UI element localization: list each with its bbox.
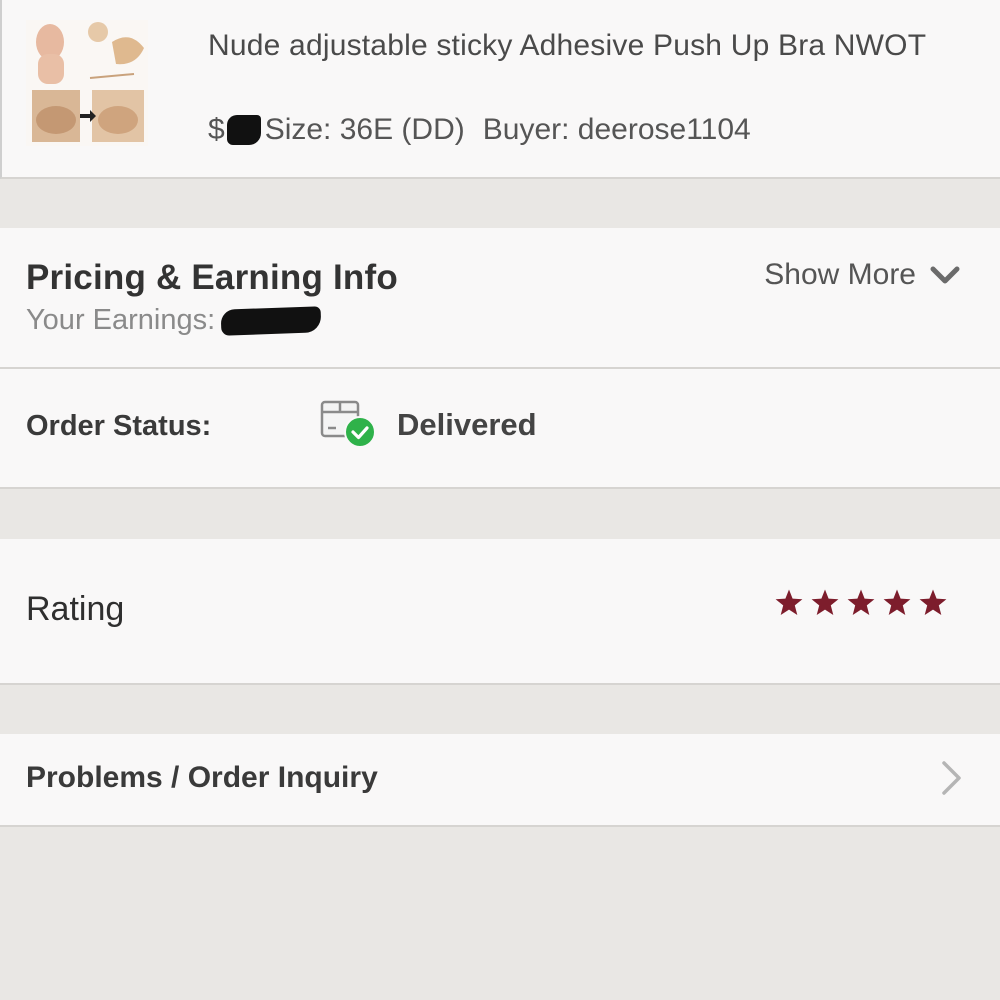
star-icon — [847, 589, 875, 615]
buyer-name: Buyer: deerose1104 — [482, 113, 751, 146]
star-icon — [811, 589, 839, 615]
pricing-title: Pricing & Earning Info — [26, 258, 398, 297]
product-thumbnail[interactable] — [26, 20, 148, 146]
earnings-label: Your Earnings: — [26, 304, 216, 336]
order-status-value: Delivered — [397, 407, 537, 442]
price-redaction — [226, 115, 261, 145]
star-icon — [883, 589, 911, 615]
star-icon — [919, 589, 947, 615]
chevron-right-icon[interactable] — [936, 760, 966, 796]
show-more-button[interactable]: Show More — [764, 258, 960, 292]
earnings-row: Your Earnings: — [26, 304, 322, 337]
product-size: Size: 36E (DD) — [264, 113, 465, 146]
product-meta: $ Size: 36E (DD) Buyer: deerose1104 — [208, 110, 751, 150]
product-title[interactable]: Nude adjustable sticky Adhesive Push Up … — [208, 24, 928, 67]
show-more-label: Show More — [764, 258, 916, 291]
problems-label[interactable]: Problems / Order Inquiry — [26, 761, 378, 795]
order-status-label: Order Status: — [26, 410, 212, 442]
rating-label: Rating — [26, 590, 125, 628]
price-prefix: $ — [208, 113, 225, 146]
rating-stars — [774, 588, 948, 618]
pricing-earning-card[interactable]: Pricing & Earning Info Your Earnings: Sh… — [0, 228, 1000, 369]
package-delivered-icon — [320, 400, 376, 448]
product-summary-card[interactable]: Nude adjustable sticky Adhesive Push Up … — [0, 0, 1000, 179]
earnings-redaction — [220, 305, 322, 336]
order-details-page: Nude adjustable sticky Adhesive Push Up … — [0, 0, 1000, 1000]
chevron-down-icon — [930, 266, 960, 284]
star-icon — [775, 589, 803, 615]
